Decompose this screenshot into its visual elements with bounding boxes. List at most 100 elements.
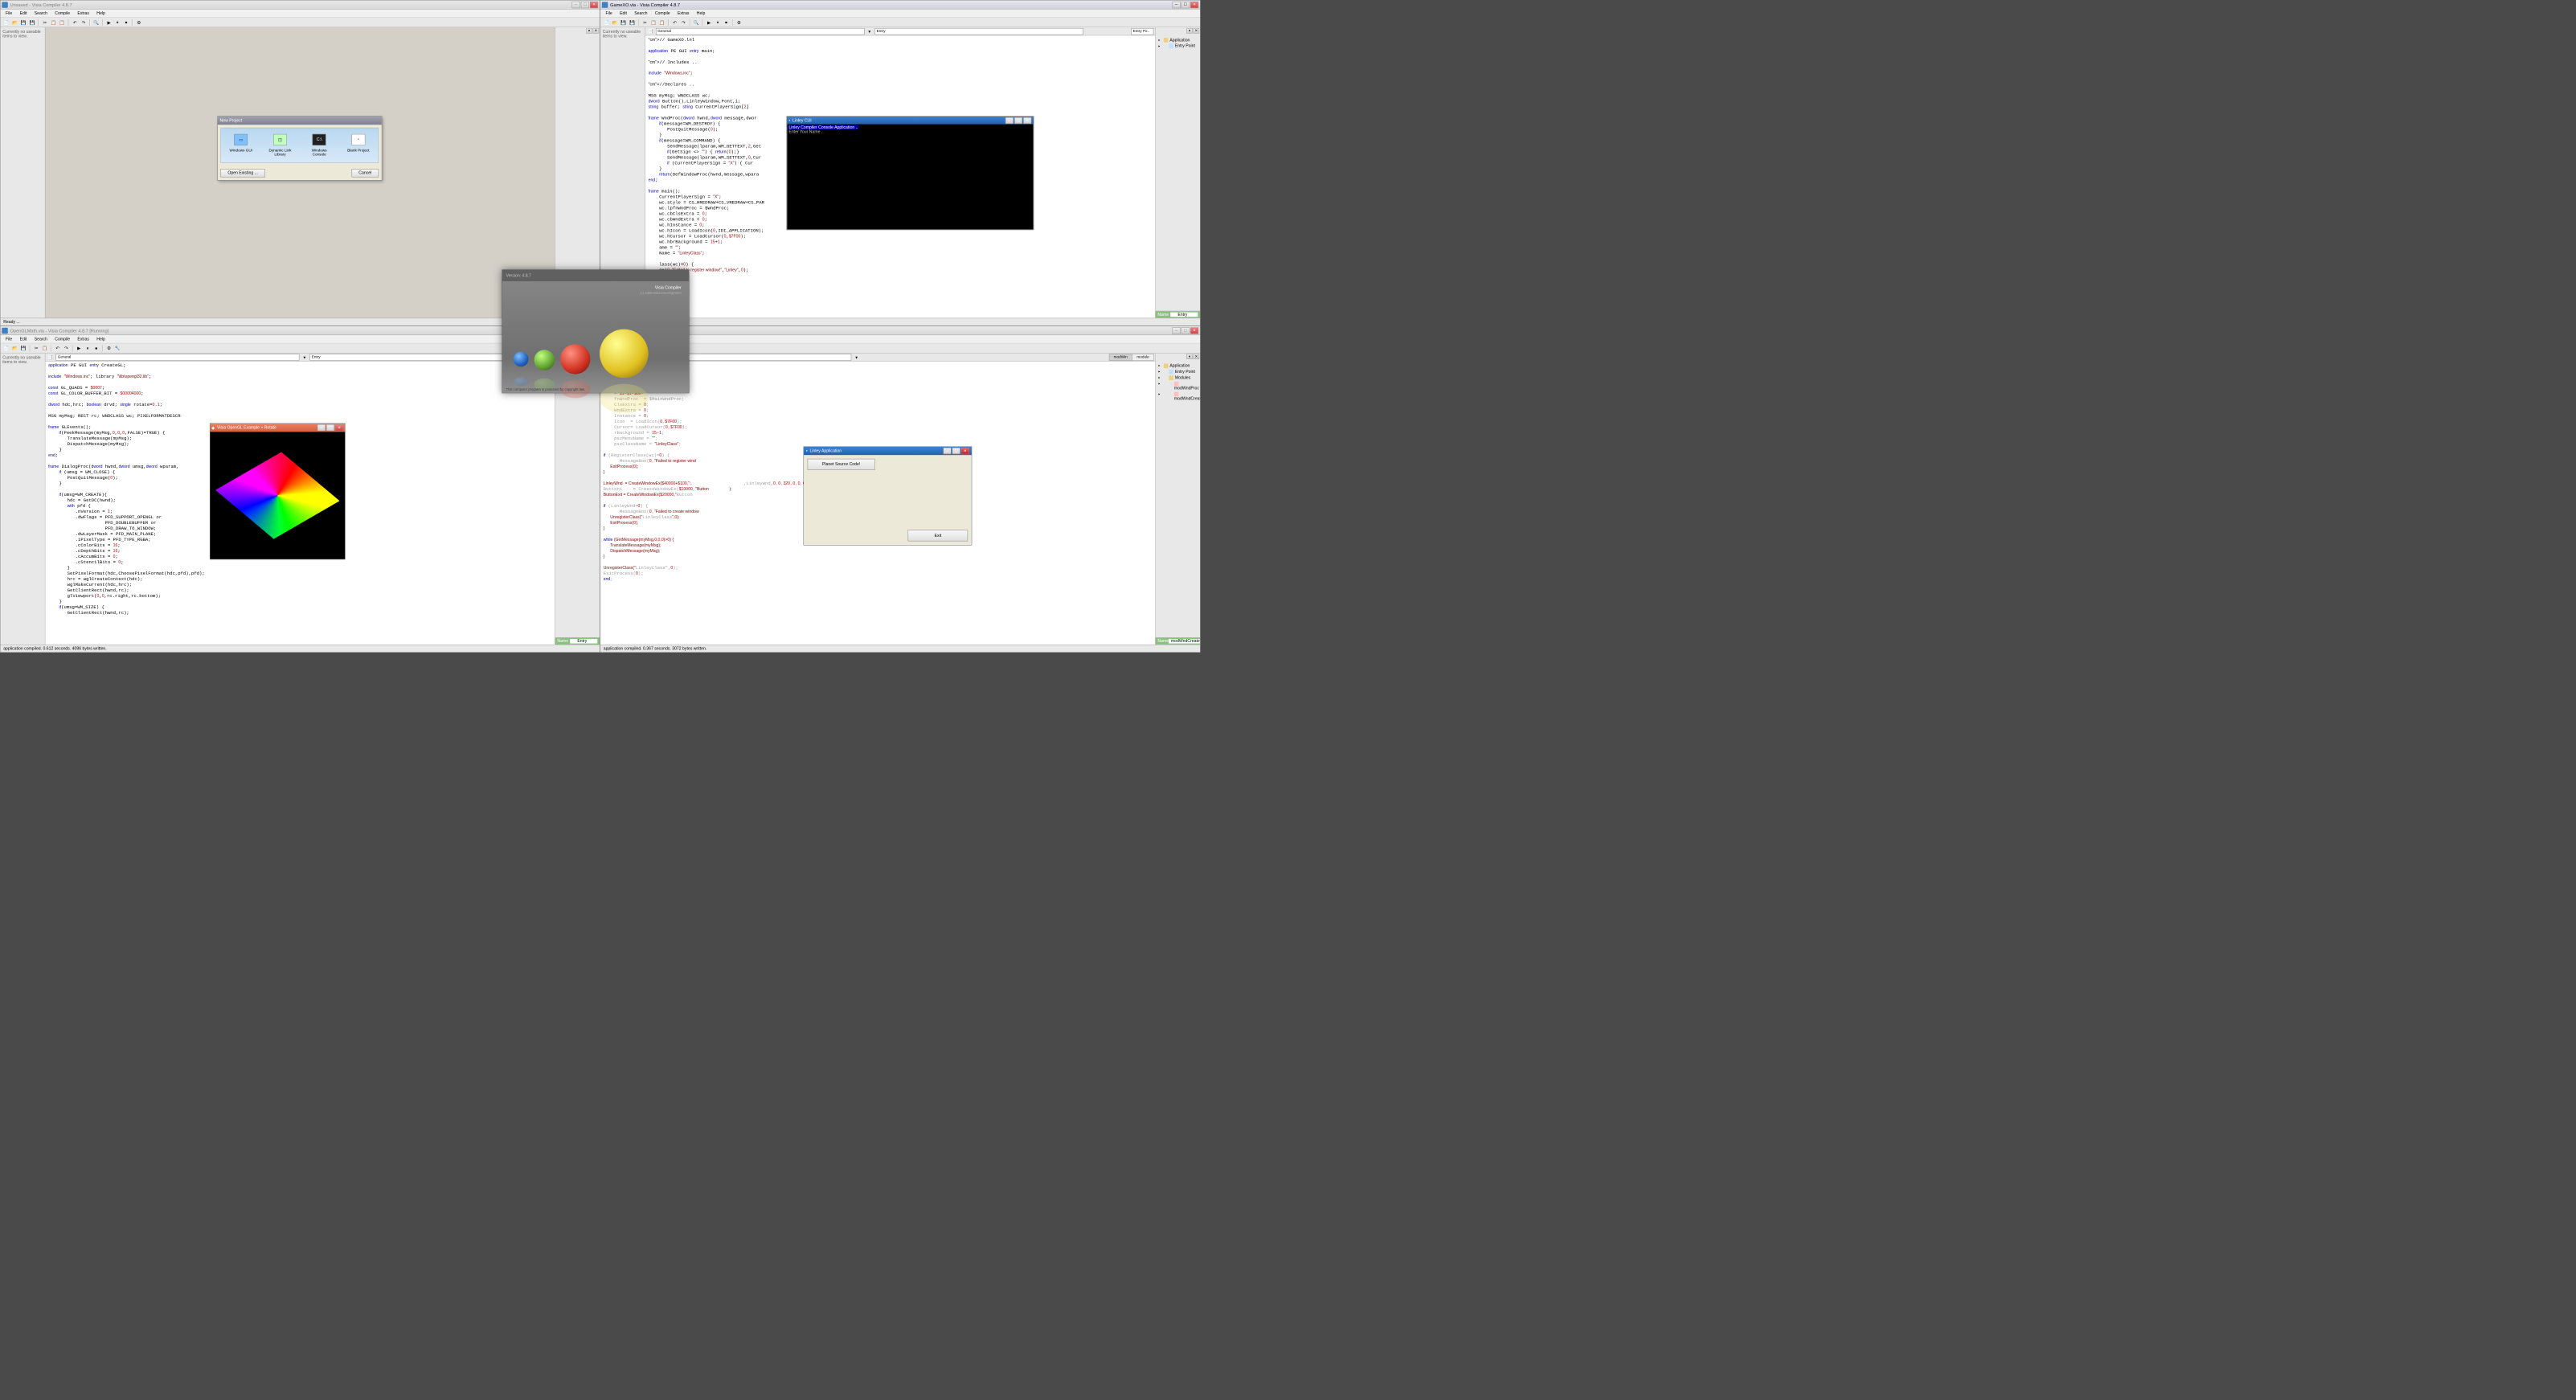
- tree-app[interactable]: Application: [1157, 363, 1198, 369]
- menu-help[interactable]: Help: [693, 10, 709, 16]
- project-tree[interactable]: Application Entry Point: [1156, 35, 1200, 51]
- scope-combo[interactable]: General: [656, 28, 864, 35]
- panel-close[interactable]: ✕: [1194, 28, 1199, 34]
- pause-icon[interactable]: ⏸: [114, 18, 121, 26]
- copy-icon[interactable]: 📋: [650, 18, 657, 26]
- redo-icon[interactable]: ↷: [80, 18, 87, 26]
- cancel-button[interactable]: Cancel: [351, 169, 379, 177]
- menu-search[interactable]: Search: [631, 10, 652, 16]
- member-combo[interactable]: Entry: [874, 28, 1083, 35]
- console-max[interactable]: ☐: [1014, 117, 1022, 124]
- redo-icon[interactable]: ↷: [63, 344, 70, 351]
- gl-min[interactable]: ─: [317, 424, 326, 431]
- app-title[interactable]: ▪Linley Application ─ ☐ ✕: [804, 447, 972, 455]
- maximize-button[interactable]: ☐: [1182, 327, 1190, 334]
- opt-blank[interactable]: ▫Blank Project: [344, 134, 372, 157]
- maximize-button[interactable]: ☐: [1182, 2, 1190, 8]
- gl-close[interactable]: ✕: [335, 424, 343, 431]
- menu-file[interactable]: File: [2, 336, 16, 342]
- minimize-button[interactable]: ─: [1173, 2, 1181, 8]
- stop-icon[interactable]: ⏹: [723, 18, 730, 26]
- project-tree[interactable]: Application Entry Point Modules modWndPr…: [1156, 361, 1200, 404]
- stop-icon[interactable]: ⏹: [122, 18, 129, 26]
- app-min[interactable]: ─: [943, 448, 951, 454]
- opt-windows-gui[interactable]: ▭Windows GUI: [227, 134, 255, 157]
- console-min[interactable]: ─: [1005, 117, 1014, 124]
- exit-button[interactable]: Exit: [908, 530, 969, 541]
- tree-entry[interactable]: Entry Point: [1157, 43, 1198, 49]
- tree-mod2[interactable]: modWndCreate: [1157, 391, 1198, 402]
- run-icon[interactable]: ▶: [76, 344, 83, 351]
- planet-source-button[interactable]: Planet Source Code!: [808, 459, 875, 470]
- cfg-icon[interactable]: ⚙: [735, 18, 743, 26]
- cfg-icon[interactable]: ⚙: [135, 18, 142, 26]
- console-title[interactable]: ▪Linley CUI ─ ☐ ✕: [788, 117, 1034, 124]
- pause-icon[interactable]: ⏸: [714, 18, 721, 26]
- open-icon[interactable]: 📂: [11, 18, 18, 26]
- props-val[interactable]: modWndCreate: [1169, 639, 1200, 644]
- save-icon[interactable]: 💾: [20, 344, 27, 351]
- panel-close[interactable]: ✕: [1194, 354, 1199, 359]
- find-icon[interactable]: 🔍: [693, 18, 700, 26]
- menu-search[interactable]: Search: [31, 10, 51, 16]
- tab-module[interactable]: module: [1132, 354, 1153, 360]
- gl-title[interactable]: ◆Visia OpenGL Example » Rotate ─ ☐ ✕: [210, 424, 345, 432]
- new-icon[interactable]: 📄: [603, 18, 610, 26]
- redo-icon[interactable]: ↷: [680, 18, 687, 26]
- dd-icon[interactable]: ▾: [301, 354, 308, 361]
- project-tree[interactable]: [555, 35, 600, 39]
- maximize-button[interactable]: ☐: [581, 2, 589, 8]
- menu-edit[interactable]: Edit: [16, 336, 31, 342]
- menu-help[interactable]: Help: [93, 10, 109, 16]
- menu-file[interactable]: File: [602, 10, 616, 16]
- find-icon[interactable]: 🔍: [92, 18, 100, 26]
- tree-mod1[interactable]: modWndProc: [1157, 381, 1198, 391]
- saveall-icon[interactable]: 💾: [629, 18, 636, 26]
- close-button[interactable]: ✕: [1190, 2, 1198, 8]
- nav-icon[interactable]: 📑: [47, 354, 54, 361]
- saveall-icon[interactable]: 💾: [28, 18, 35, 26]
- cut-icon[interactable]: ✂: [641, 18, 649, 26]
- cut-icon[interactable]: ✂: [33, 344, 40, 351]
- entry-combo[interactable]: Entry Po..: [1131, 28, 1153, 35]
- menu-compile[interactable]: Compile: [651, 10, 674, 16]
- copy-icon[interactable]: 📋: [50, 18, 57, 26]
- close-button[interactable]: ✕: [1190, 327, 1198, 334]
- pause-icon[interactable]: ⏸: [84, 344, 91, 351]
- cut-icon[interactable]: ✂: [41, 18, 48, 26]
- menu-extras[interactable]: Extras: [74, 336, 93, 342]
- gl-max[interactable]: ☐: [326, 424, 334, 431]
- menu-edit[interactable]: Edit: [616, 10, 630, 16]
- app-close[interactable]: ✕: [961, 448, 969, 454]
- dd-icon[interactable]: ▾: [866, 27, 873, 35]
- gl-viewport[interactable]: [210, 432, 345, 559]
- dialog-title[interactable]: New Project: [218, 117, 382, 125]
- dd-icon[interactable]: ▾: [853, 354, 860, 361]
- open-icon[interactable]: 📂: [11, 344, 18, 351]
- close-button[interactable]: ✕: [590, 2, 598, 8]
- minimize-button[interactable]: ─: [572, 2, 580, 8]
- undo-icon[interactable]: ↶: [54, 344, 61, 351]
- paste-icon[interactable]: 📋: [658, 18, 666, 26]
- save-icon[interactable]: 💾: [20, 18, 27, 26]
- menu-help[interactable]: Help: [93, 336, 109, 342]
- console-output[interactable]: Linley Compiler Console Application .. E…: [788, 125, 1034, 229]
- menu-search[interactable]: Search: [31, 336, 51, 342]
- props-val[interactable]: Entry: [1170, 313, 1198, 317]
- new-icon[interactable]: 📄: [2, 18, 10, 26]
- run-icon[interactable]: ▶: [105, 18, 113, 26]
- copy-icon[interactable]: 📋: [41, 344, 48, 351]
- save-icon[interactable]: 💾: [620, 18, 627, 26]
- run-icon[interactable]: ▶: [705, 18, 712, 26]
- nav-icon[interactable]: 📑: [647, 27, 654, 35]
- menu-edit[interactable]: Edit: [16, 10, 31, 16]
- stop-icon[interactable]: ⏹: [92, 344, 100, 351]
- cfg-icon[interactable]: ⚙: [105, 344, 113, 351]
- new-icon[interactable]: 📄: [2, 344, 10, 351]
- menu-extras[interactable]: Extras: [674, 10, 693, 16]
- panel-close[interactable]: ✕: [593, 28, 599, 34]
- titlebar[interactable]: GameXO.vla - Visia Compiler 4.8.7 ─ ☐ ✕: [600, 0, 1200, 9]
- console-close[interactable]: ✕: [1023, 117, 1031, 124]
- tree-app[interactable]: Application: [1157, 37, 1198, 43]
- titlebar[interactable]: ─ ☐ ✕: [600, 326, 1200, 335]
